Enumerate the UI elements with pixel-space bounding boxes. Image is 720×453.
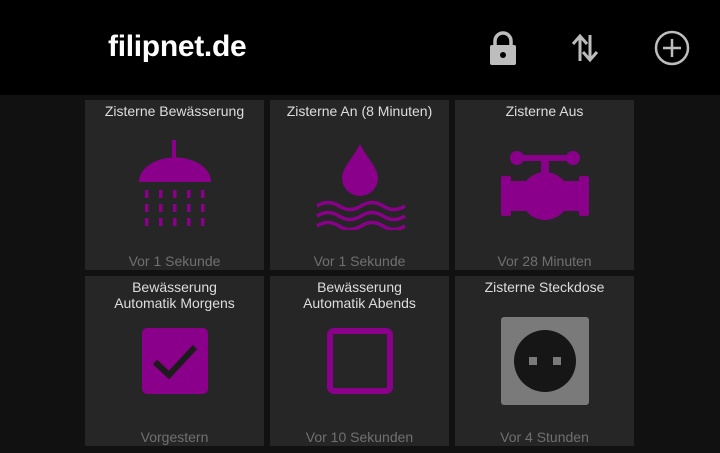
add-circle-icon[interactable] (654, 30, 690, 66)
tile-title: Bewässerung Automatik Abends (270, 279, 449, 311)
tile-title: Zisterne Aus (505, 103, 584, 119)
tile-status: Vor 1 Sekunde (313, 253, 406, 269)
sort-arrows-icon[interactable] (567, 30, 603, 66)
tile-title-line1: Bewässerung (132, 279, 217, 295)
tile-zisterne-aus[interactable]: Zisterne Aus Vor 28 Minuten (455, 100, 634, 270)
tile-zisterne-steckdose[interactable]: Zisterne Steckdose Vor 4 Stunden (455, 276, 634, 446)
shower-icon (85, 140, 264, 232)
valve-pipe-icon (455, 148, 634, 222)
tile-title: Zisterne An (8 Minuten) (286, 103, 433, 119)
tile-title-line2: Automatik Abends (303, 295, 416, 311)
tile-title: Zisterne Steckdose (484, 279, 605, 295)
tile-title-line1: Bewässerung (317, 279, 402, 295)
tile-status: Vor 1 Sekunde (128, 253, 221, 269)
tile-bewaesserung-morgens[interactable]: Bewässerung Automatik Morgens Vorgestern (85, 276, 264, 446)
tile-status: Vorgestern (140, 429, 209, 445)
tile-title: Bewässerung Automatik Morgens (85, 279, 264, 311)
tile-status: Vor 10 Sekunden (305, 429, 414, 445)
tile-status: Vor 28 Minuten (497, 253, 592, 269)
water-drop-waves-icon (270, 142, 449, 230)
checkbox-checked-icon[interactable] (85, 328, 264, 394)
tile-title-line2: Automatik Morgens (114, 295, 235, 311)
app-header: filipnet.de (0, 0, 720, 95)
power-socket-icon (455, 317, 634, 405)
checkbox-unchecked-icon[interactable] (270, 328, 449, 394)
app-title: filipnet.de (108, 30, 247, 63)
tile-status: Vor 4 Stunden (500, 429, 589, 445)
lock-icon[interactable] (485, 30, 521, 66)
tile-zisterne-bewaesserung[interactable]: Zisterne Bewässerung Vor 1 Sekunde (85, 100, 264, 270)
tile-bewaesserung-abends[interactable]: Bewässerung Automatik Abends Vor 10 Seku… (270, 276, 449, 446)
tile-title: Zisterne Bewässerung (104, 103, 245, 119)
tile-zisterne-an[interactable]: Zisterne An (8 Minuten) Vor 1 Sekunde (270, 100, 449, 270)
